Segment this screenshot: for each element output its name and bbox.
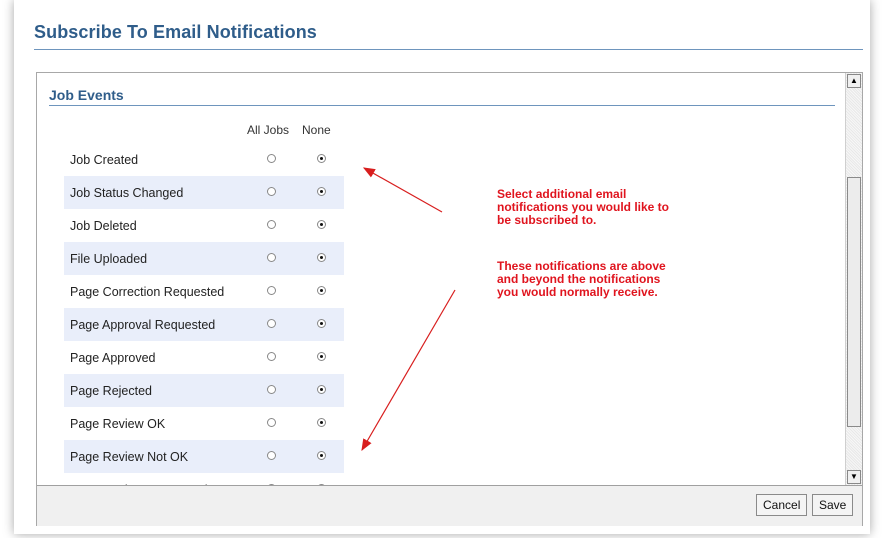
arrow-to-bottom [361, 289, 456, 452]
arrow-to-top [362, 167, 443, 213]
annotation-text-2: These notifications are above and beyond… [497, 259, 666, 299]
annotation-arrows [361, 167, 456, 452]
annotation-text-1: Select additional email notifications yo… [497, 187, 670, 227]
